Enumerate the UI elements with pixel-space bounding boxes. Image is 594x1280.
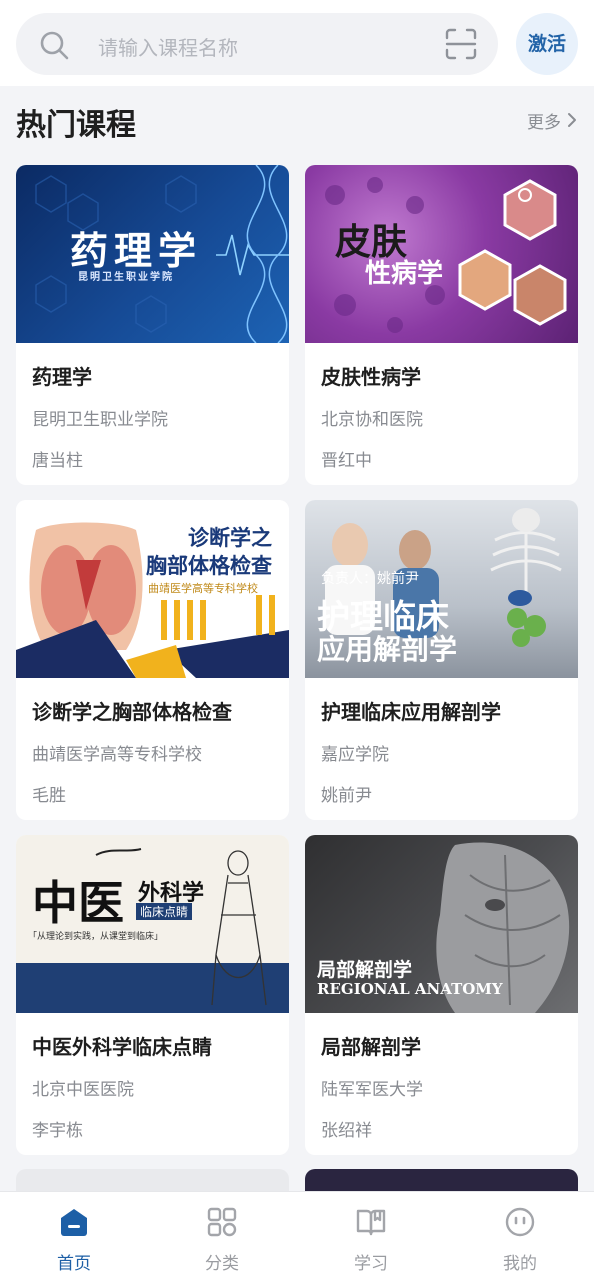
cover-org: 曲靖医学高等专科学校 [148, 582, 258, 595]
cover-subtitle: REGIONAL ANATOMY [317, 980, 503, 998]
course-title: 局部解剖学 [321, 1035, 421, 1059]
cover-quote: 「从理论到实践，从课堂到临床」 [28, 932, 164, 942]
cover-subtitle: 昆明卫生职业学院 [78, 272, 174, 283]
course-title: 皮肤性病学 [321, 365, 421, 389]
cover-title: 中医 [32, 876, 124, 930]
nav-category[interactable]: 分类 [148, 1192, 296, 1280]
course-org: 曲靖医学高等专科学校 [32, 745, 202, 765]
bottom-nav: 首页 分类 学习 我的 [0, 1191, 594, 1280]
scan-icon[interactable] [444, 27, 478, 61]
course-teacher: 姚前尹 [321, 786, 372, 806]
course-org: 陆军军医大学 [321, 1080, 423, 1100]
cover-owner: 负责人：姚前尹 [321, 571, 419, 587]
cover-subtitle: 胸部体格检查 [146, 554, 272, 578]
course-org: 北京协和医院 [321, 410, 423, 430]
course-teacher: 李宇栋 [32, 1121, 83, 1141]
chevron-right-icon[interactable] [566, 111, 578, 129]
course-title: 药理学 [32, 365, 92, 389]
course-teacher: 唐当柱 [32, 451, 83, 471]
course-card[interactable]: 局部解剖学 REGIONAL ANATOMY 局部解剖学 陆军军医大学 张绍祥 [305, 835, 578, 1155]
course-card[interactable]: 中医 外科学 临床点睛 「从理论到实践，从课堂到临床」 中医外科学临床点睛 北京… [16, 835, 289, 1155]
course-title: 诊断学之胸部体格检查 [32, 700, 232, 724]
course-org: 北京中医医院 [32, 1080, 134, 1100]
nav-profile[interactable]: 我的 [446, 1192, 594, 1280]
course-cover: 诊断学之 胸部体格检查 曲靖医学高等专科学校 [16, 500, 289, 678]
cover-subtitle: 应用解剖学 [317, 633, 458, 666]
course-cover: 中医 外科学 临床点睛 「从理论到实践，从课堂到临床」 [16, 835, 289, 1013]
search-icon [40, 31, 69, 60]
cover-title: 药理学 [70, 229, 203, 273]
nav-home-label: 首页 [57, 1254, 91, 1274]
more-link[interactable]: 更多 [527, 108, 561, 133]
top-bar: 请输入课程名称 激活 [0, 0, 594, 86]
course-org: 昆明卫生职业学院 [32, 410, 168, 430]
nav-home[interactable]: 首页 [0, 1192, 148, 1280]
course-card[interactable]: 皮肤 性病学 皮肤性病学 北京协和医院 晋红中 [305, 165, 578, 485]
course-cover: 皮肤 性病学 [305, 165, 578, 343]
nav-profile-label: 我的 [503, 1254, 537, 1274]
course-org: 嘉应学院 [321, 745, 389, 765]
nav-category-label: 分类 [205, 1254, 239, 1274]
search-placeholder: 请输入课程名称 [98, 36, 238, 60]
course-card[interactable]: 负责人：姚前尹 护理临床 应用解剖学 护理临床应用解剖学 嘉应学院 姚前尹 [305, 500, 578, 820]
profile-icon [505, 1207, 535, 1237]
course-card[interactable]: 药理学 昆明卫生职业学院 药理学 昆明卫生职业学院 唐当柱 [16, 165, 289, 485]
course-cover: 局部解剖学 REGIONAL ANATOMY [305, 835, 578, 1013]
course-teacher: 张绍祥 [321, 1121, 372, 1141]
cover-tag: 临床点睛 [136, 903, 193, 920]
course-cover: 负责人：姚前尹 护理临床 应用解剖学 [305, 500, 578, 678]
course-card[interactable]: 诊断学之 胸部体格检查 曲靖医学高等专科学校 诊断学之胸部体格检查 曲靖医学高等… [16, 500, 289, 820]
search-input[interactable]: 请输入课程名称 [16, 13, 498, 75]
home-icon [61, 1209, 87, 1236]
cover-title: 局部解剖学 [317, 959, 413, 981]
nav-study-label: 学习 [354, 1254, 388, 1274]
activate-button[interactable]: 激活 [516, 13, 578, 75]
section-title: 热门课程 [16, 108, 136, 143]
course-teacher: 晋红中 [321, 451, 372, 471]
course-title: 中医外科学临床点睛 [32, 1035, 212, 1059]
cover-title: 诊断学之 [188, 526, 272, 550]
nav-study[interactable]: 学习 [297, 1192, 445, 1280]
book-icon [356, 1209, 386, 1236]
course-teacher: 毛胜 [32, 786, 66, 806]
category-icon [207, 1207, 237, 1237]
course-title: 护理临床应用解剖学 [321, 700, 501, 724]
course-cover: 药理学 昆明卫生职业学院 [16, 165, 289, 343]
cover-subtitle: 性病学 [365, 259, 444, 289]
